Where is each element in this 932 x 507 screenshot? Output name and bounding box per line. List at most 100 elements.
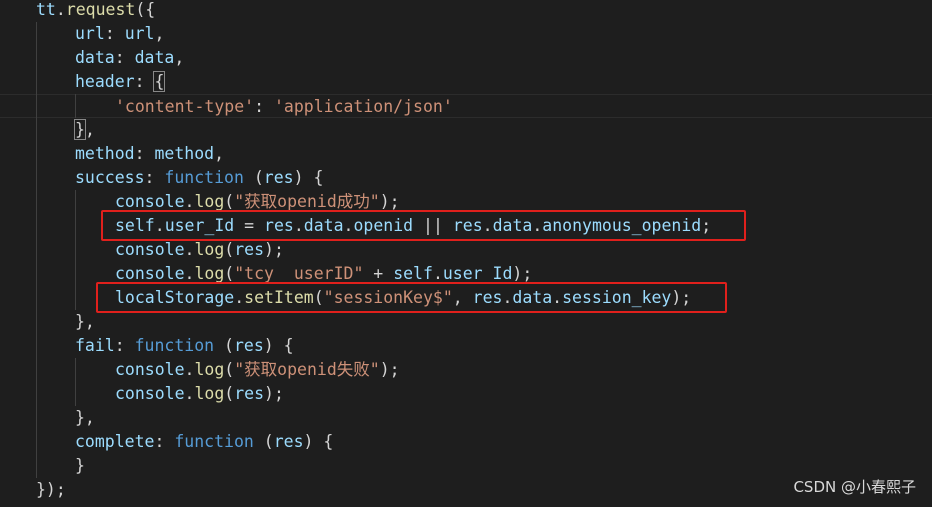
code-token: "获取openid失败" [234,360,380,379]
code-line-text: data: data, [75,46,184,70]
code-line[interactable]: complete: function (res) { [0,430,932,454]
code-token: . [184,384,195,403]
code-token: ( [253,432,274,451]
code-line-text: complete: function (res) { [75,430,333,454]
code-token: url [75,24,105,43]
code-token: . [184,360,195,379]
red-highlight-box [101,210,746,241]
code-token: ) { [293,168,324,187]
code-token: header [75,72,135,91]
code-line[interactable]: fail: function (res) { [0,334,932,358]
code-token: ( [224,360,235,379]
code-token: request [65,0,136,19]
code-line[interactable]: tt.request({ [0,0,932,22]
code-token: : [254,97,274,116]
code-token: url [124,24,155,43]
code-token: : [144,168,165,187]
code-token: , [84,120,95,139]
code-token: , [154,24,165,43]
code-token: fail [75,336,115,355]
code-token: ) { [303,432,334,451]
code-token: res [233,336,264,355]
indent-guide [75,190,76,310]
code-line-text: }, [74,118,95,142]
code-token: tt [36,0,56,19]
code-token: . [55,0,66,19]
code-token: function [164,168,244,187]
code-token: data [75,48,115,67]
code-token: , [214,144,225,163]
code-token: ); [379,360,400,379]
code-token: } [75,456,85,475]
code-token: log [194,240,225,259]
code-token: ); [264,240,284,259]
code-line[interactable]: console.log(res); [0,238,932,262]
code-token: ); [264,384,284,403]
code-token: : [104,24,125,43]
code-token: self [393,264,433,283]
code-token: } [74,119,86,140]
code-token: function [174,432,254,451]
code-line[interactable]: } [0,454,932,478]
code-token: data [134,48,175,67]
code-line[interactable]: header: { [0,70,932,94]
code-token: console [115,384,185,403]
code-line[interactable]: }, [0,118,932,142]
code-line[interactable]: url: url, [0,22,932,46]
code-token: console [115,192,185,211]
code-line-text: }); [36,478,66,502]
code-token: ( [224,240,235,259]
code-line-text: console.log("获取openid失败"); [115,358,400,382]
code-token: }); [36,480,66,499]
code-token: success [75,168,145,187]
code-line[interactable]: }, [0,310,932,334]
code-token: , [174,48,185,67]
code-line[interactable]: data: data, [0,46,932,70]
code-token: user_Id [442,264,513,283]
code-token: log [194,192,225,211]
code-line-text: tt.request({ [36,0,155,22]
indent-guide [75,94,76,118]
code-token: method [154,144,215,163]
code-line[interactable]: success: function (res) { [0,166,932,190]
code-token: function [134,336,215,355]
code-token: . [184,192,195,211]
code-token: res [273,432,304,451]
csdn-watermark: CSDN @小春熙子 [793,478,916,496]
code-line[interactable]: }); [0,478,932,502]
code-line[interactable]: console.log("获取openid失败"); [0,358,932,382]
code-token: . [184,240,195,259]
code-line-text: fail: function (res) { [75,334,294,358]
code-line-text: url: url, [75,22,164,46]
indent-guide [75,358,76,406]
code-token: log [194,360,225,379]
code-token: : [114,336,135,355]
code-token: ); [512,264,533,283]
code-token: 'application/json' [273,97,453,116]
code-token: console [115,360,185,379]
code-token: log [194,384,225,403]
code-token: }, [75,312,95,331]
code-line-text: console.log(res); [115,382,284,406]
code-token: . [184,264,195,283]
code-line[interactable]: console.log(res); [0,382,932,406]
code-line[interactable]: method: method, [0,142,932,166]
code-token: 'content-type' [115,97,255,116]
code-token: { [153,71,166,92]
code-token: ( [214,336,234,355]
code-token: : [154,432,175,451]
code-line[interactable]: }, [0,406,932,430]
code-line[interactable]: 'content-type': 'application/json' [0,94,932,118]
code-token: + [363,264,394,283]
code-token: ( [224,264,235,283]
code-line-text: }, [75,310,95,334]
code-line-text: }, [75,406,95,430]
code-token: log [194,264,225,283]
code-token: : [114,48,135,67]
code-token: complete [75,432,155,451]
code-token: "获取openid成功" [234,192,380,211]
code-editor[interactable]: tt.request({url: url, data: data, header: … [0,0,932,507]
code-token: : [134,72,155,91]
code-line-text: method: method, [75,142,224,166]
code-token: }, [75,408,95,427]
